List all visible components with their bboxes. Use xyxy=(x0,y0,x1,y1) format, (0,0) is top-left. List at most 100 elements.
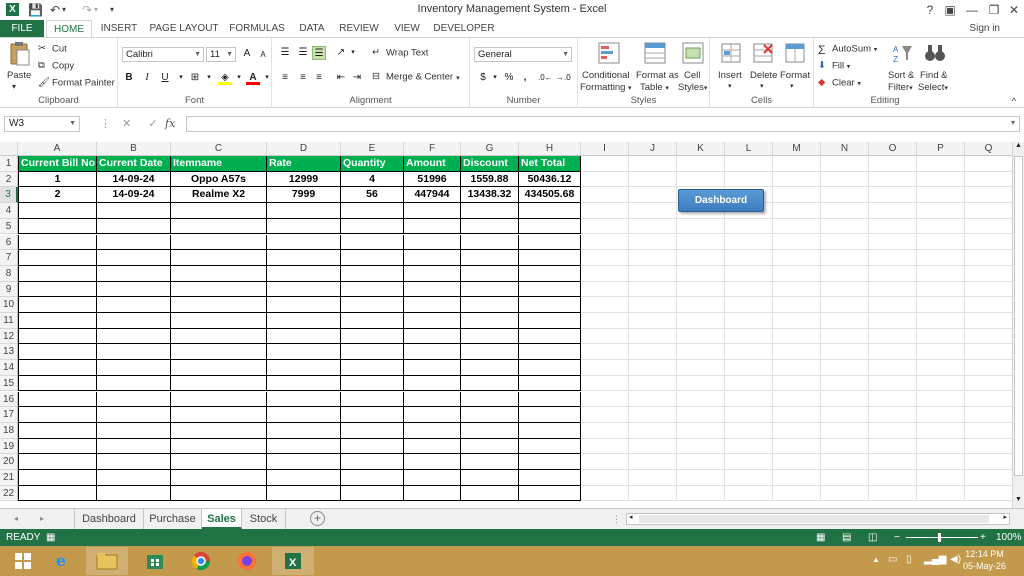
grid-cell[interactable] xyxy=(869,313,917,329)
grid-cell[interactable] xyxy=(404,407,461,423)
grid-cell[interactable] xyxy=(965,281,1013,298)
grid-cell[interactable] xyxy=(773,250,821,266)
grid-cell[interactable] xyxy=(773,454,821,470)
grid-cell[interactable] xyxy=(677,485,725,502)
increase-decimal-icon[interactable]: .0← xyxy=(538,71,553,85)
grid-cell[interactable] xyxy=(821,265,869,282)
grid-cell[interactable] xyxy=(965,438,1013,455)
grid-cell[interactable] xyxy=(869,281,917,298)
grid-cell[interactable] xyxy=(821,281,869,298)
grid-cell[interactable] xyxy=(629,344,677,361)
grid-cell[interactable] xyxy=(97,297,171,313)
grid-cell[interactable] xyxy=(629,407,677,423)
grid-cell[interactable] xyxy=(677,250,725,266)
sort-filter-label-1[interactable]: Sort & xyxy=(888,70,914,81)
ribbon-display-options-button[interactable]: ▣ xyxy=(940,2,960,18)
grid-cell[interactable] xyxy=(171,297,267,313)
grid-cell[interactable] xyxy=(581,313,629,329)
grid-cell[interactable] xyxy=(725,313,773,329)
grid-cell[interactable] xyxy=(404,328,461,345)
grid-cell[interactable] xyxy=(581,234,629,251)
grid-cell[interactable] xyxy=(341,313,404,329)
grid-cell[interactable] xyxy=(18,375,97,392)
align-top-icon[interactable]: ☰ xyxy=(278,46,292,60)
grid-cell[interactable] xyxy=(629,375,677,392)
grid-cell[interactable] xyxy=(461,360,519,376)
grid-cell[interactable] xyxy=(725,265,773,282)
grid-cell[interactable] xyxy=(97,407,171,423)
grid-cell[interactable] xyxy=(581,360,629,376)
table-cell[interactable]: 13438.32 xyxy=(461,187,519,204)
grid-cell[interactable] xyxy=(773,156,821,172)
grid-cell[interactable] xyxy=(581,328,629,345)
grid-cell[interactable] xyxy=(725,297,773,313)
grid-cell[interactable] xyxy=(461,234,519,251)
insert-function-button[interactable]: fx xyxy=(165,116,175,132)
grid-cell[interactable] xyxy=(18,470,97,486)
grid-cell[interactable] xyxy=(404,422,461,439)
table-cell[interactable]: 50436.12 xyxy=(519,171,581,188)
format-as-table-button[interactable]: Table ▾ xyxy=(640,82,669,93)
conditional-formatting-icon[interactable] xyxy=(598,42,622,66)
table-cell[interactable]: 2 xyxy=(18,187,97,204)
cell-styles-icon[interactable] xyxy=(682,42,706,66)
grid-cell[interactable] xyxy=(917,265,965,282)
grid-cell[interactable] xyxy=(965,171,1013,188)
grid-cell[interactable] xyxy=(97,344,171,361)
sheet-tab-stock[interactable]: Stock xyxy=(242,509,286,529)
column-header-f[interactable]: F xyxy=(404,142,461,156)
grid-cell[interactable] xyxy=(18,265,97,282)
grid-cell[interactable] xyxy=(677,422,725,439)
grid-cell[interactable] xyxy=(869,203,917,219)
grid-cell[interactable] xyxy=(773,218,821,235)
grid-cell[interactable] xyxy=(18,328,97,345)
grid-cell[interactable] xyxy=(267,281,341,298)
grid-cell[interactable] xyxy=(965,485,1013,502)
grid-cell[interactable] xyxy=(171,250,267,266)
grid-cell[interactable] xyxy=(917,454,965,470)
grid-cell[interactable] xyxy=(773,470,821,486)
grid-cell[interactable] xyxy=(581,485,629,502)
grid-cell[interactable] xyxy=(773,203,821,219)
cell-styles-label-1[interactable]: Cell xyxy=(684,70,700,81)
firefox-icon[interactable] xyxy=(226,547,268,575)
grid-cell[interactable] xyxy=(917,328,965,345)
minimize-button[interactable]: — xyxy=(962,2,982,18)
grid-cell[interactable] xyxy=(965,360,1013,376)
column-header-q[interactable]: Q xyxy=(965,142,1013,156)
grid-cell[interactable] xyxy=(404,344,461,361)
insert-dropdown-icon[interactable]: ▾ xyxy=(728,82,732,90)
row-header-18[interactable]: 18 xyxy=(0,422,18,439)
sheet-tab-dashboard[interactable]: Dashboard xyxy=(74,509,144,529)
grid-cell[interactable] xyxy=(677,360,725,376)
grid-cell[interactable] xyxy=(171,344,267,361)
column-header-k[interactable]: K xyxy=(677,142,725,156)
grid-cell[interactable] xyxy=(581,470,629,486)
table-header-cell[interactable]: Itemname xyxy=(171,156,267,172)
grid-cell[interactable] xyxy=(97,281,171,298)
grid-cell[interactable] xyxy=(18,313,97,329)
table-cell[interactable]: 1 xyxy=(18,171,97,188)
sheet-tab-sales[interactable]: Sales xyxy=(202,509,242,529)
grid-cell[interactable] xyxy=(869,470,917,486)
grid-cell[interactable] xyxy=(677,265,725,282)
grid-cell[interactable] xyxy=(869,328,917,345)
grid-cell[interactable] xyxy=(869,344,917,361)
grid-cell[interactable] xyxy=(917,344,965,361)
delete-cells-icon[interactable] xyxy=(752,42,776,66)
table-cell[interactable]: 12999 xyxy=(267,171,341,188)
grid-cell[interactable] xyxy=(519,250,581,266)
grid-cell[interactable] xyxy=(404,391,461,408)
grid-cell[interactable] xyxy=(677,375,725,392)
grid-cell[interactable] xyxy=(581,156,629,172)
grid-cell[interactable] xyxy=(677,218,725,235)
format-as-table-icon[interactable] xyxy=(644,42,668,66)
row-header-20[interactable]: 20 xyxy=(0,454,18,470)
grid-cell[interactable] xyxy=(629,156,677,172)
grid-cell[interactable] xyxy=(581,218,629,235)
grid-cell[interactable] xyxy=(404,203,461,219)
grid-cell[interactable] xyxy=(171,234,267,251)
grid-cell[interactable] xyxy=(461,485,519,502)
grid-cell[interactable] xyxy=(821,391,869,408)
grid-cell[interactable] xyxy=(267,265,341,282)
